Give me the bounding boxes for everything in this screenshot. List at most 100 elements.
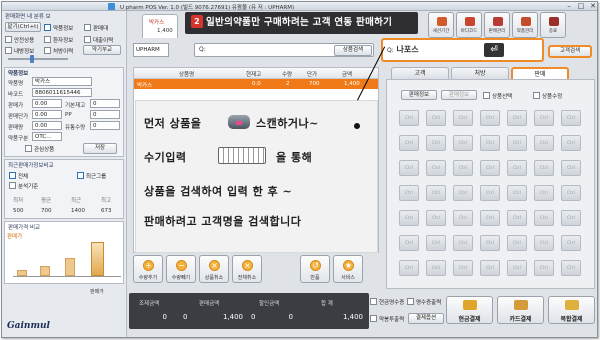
customer-search-input[interactable]: Q: 나포스 ⏎ [381, 38, 544, 62]
keypad-button[interactable]: Ctrl [507, 210, 527, 226]
sales-info-button[interactable]: 판매정보 [401, 90, 437, 100]
keypad-button[interactable]: Ctrl [480, 210, 500, 226]
table-row[interactable]: 박카스 0.0 2 700 1,400 [134, 79, 378, 89]
keypad-button[interactable]: Ctrl [453, 185, 473, 201]
exit-button[interactable]: 종료 [540, 12, 566, 38]
keypad-button[interactable]: Ctrl [561, 110, 581, 126]
keypad-button[interactable]: Ctrl [507, 160, 527, 176]
keypad-button[interactable]: Ctrl [480, 185, 500, 201]
keypad-button[interactable]: Ctrl [453, 110, 473, 126]
zoom-slider-thumb[interactable] [30, 55, 34, 63]
drug-info-button[interactable]: 약기부교 [83, 45, 121, 55]
keypad-button[interactable]: Ctrl [561, 210, 581, 226]
keypad-button[interactable]: Ctrl [507, 135, 527, 151]
keypad-button[interactable]: Ctrl [534, 135, 554, 151]
keypad-button[interactable]: Ctrl [426, 135, 446, 151]
product-search-button[interactable]: 상품검색 [334, 45, 372, 56]
sales-mgmt-button[interactable]: 판매관리 [484, 12, 510, 38]
qty-sub-button[interactable]: − 수량빼기 [166, 255, 196, 283]
keypad-button[interactable]: Ctrl [426, 110, 446, 126]
keypad-button[interactable]: Ctrl [561, 160, 581, 176]
cash-receipt-checkbox[interactable]: 현금영수증 [370, 298, 404, 306]
card-pay-button[interactable]: 카드결제 [497, 296, 544, 324]
recent-group-checkbox[interactable]: 최근그룹 [77, 172, 106, 180]
keypad-button[interactable]: Ctrl [399, 210, 419, 226]
option-sales-table[interactable]: 판매대 [84, 24, 108, 32]
stock-field[interactable]: 0 [90, 99, 120, 108]
return-button[interactable]: ↺ 반품 [300, 255, 330, 283]
receipt-print-checkbox[interactable]: 영수증출력 [407, 298, 441, 306]
keypad-button[interactable]: Ctrl [399, 235, 419, 251]
keypad-button[interactable]: Ctrl [561, 260, 581, 276]
keypad-button[interactable]: Ctrl [453, 260, 473, 276]
tab-prescription[interactable]: 처방 [451, 67, 509, 79]
keypad-button[interactable]: Ctrl [399, 260, 419, 276]
sales-info-button-2[interactable]: 판매정보 [441, 90, 477, 100]
customer-search-button[interactable]: 고객검색 [548, 45, 592, 58]
keypad-button[interactable]: Ctrl [507, 110, 527, 126]
price-field[interactable]: 0.00 [32, 99, 62, 108]
keypad-button[interactable]: Ctrl [399, 135, 419, 151]
keypad-button[interactable]: Ctrl [507, 185, 527, 201]
close-button[interactable]: ✕ [587, 2, 597, 11]
keypad-button[interactable]: Ctrl [453, 135, 473, 151]
keypad-button[interactable]: Ctrl [426, 260, 446, 276]
category-select[interactable]: OTC... [32, 132, 62, 141]
minimize-button[interactable]: – [563, 2, 575, 11]
keypad-button[interactable]: Ctrl [480, 135, 500, 151]
cash-pay-button[interactable]: 현금결제 [446, 296, 493, 324]
option-patient-info[interactable]: 환자정보 [44, 36, 73, 44]
tab-customer[interactable]: 고객 [391, 67, 449, 79]
product-edit-checkbox[interactable]: 상품수정 [533, 92, 562, 100]
product-tab[interactable]: 박카스 1,400 [142, 14, 178, 38]
keypad-button[interactable]: Ctrl [534, 260, 554, 276]
dist-qty-field[interactable]: 0 [90, 121, 120, 130]
keypad-button[interactable]: Ctrl [561, 135, 581, 151]
criteria-checkbox[interactable]: 분석기준 [9, 182, 38, 190]
keypad-button[interactable]: Ctrl [426, 210, 446, 226]
option-rx-history[interactable]: 처방이력 [44, 47, 73, 55]
keypad-button[interactable]: Ctrl [426, 185, 446, 201]
product-mgmt-button[interactable]: 약품관리 [512, 12, 538, 38]
store-select[interactable]: UPHARM [133, 43, 169, 57]
mixed-pay-button[interactable]: 복합결제 [548, 296, 595, 324]
keypad-button[interactable]: Ctrl [561, 185, 581, 201]
keypad-button[interactable]: Ctrl [534, 210, 554, 226]
product-name-field[interactable]: 박카스 [32, 77, 92, 86]
envelope-print-checkbox[interactable]: 약봉투출력 [370, 315, 404, 323]
keypad-button[interactable]: Ctrl [453, 235, 473, 251]
option-safe-use[interactable]: 안전상용 [5, 36, 34, 44]
barcode-button[interactable]: 바디코드 [456, 12, 482, 38]
all-checkbox[interactable]: 전체 [9, 172, 28, 180]
keypad-button[interactable]: Ctrl [399, 160, 419, 176]
keypad-button[interactable]: Ctrl [480, 260, 500, 276]
keypad-button[interactable]: Ctrl [534, 110, 554, 126]
keypad-button[interactable]: Ctrl [480, 110, 500, 126]
tab-sales[interactable]: 판매 [511, 67, 569, 79]
keypad-button[interactable]: Ctrl [426, 235, 446, 251]
keypad-button[interactable]: Ctrl [561, 235, 581, 251]
save-button[interactable]: 저장 [83, 143, 117, 154]
product-select-checkbox[interactable]: 상품선택 [483, 92, 512, 100]
unit-price-field[interactable]: 0.00 [32, 110, 62, 119]
keypad-button[interactable]: Ctrl [534, 185, 554, 201]
zoom-slider-track[interactable] [8, 58, 68, 60]
keypad-button[interactable]: Ctrl [507, 260, 527, 276]
favorite-checkbox[interactable]: 관심상품 [25, 145, 54, 153]
qty-add-button[interactable]: + 수량추가 [133, 255, 163, 283]
maximize-button[interactable]: □ [575, 2, 587, 11]
service-button[interactable]: ★ 서비스 [333, 255, 363, 283]
keypad-button[interactable]: Ctrl [453, 160, 473, 176]
keypad-button[interactable]: Ctrl [399, 185, 419, 201]
barcode-field[interactable]: 8806011615446 [32, 88, 92, 97]
option-visit-info[interactable]: 내방정보 [5, 47, 34, 55]
cancel-all-button[interactable]: × 전체취소 [232, 255, 262, 283]
pp-field[interactable]: 0 [90, 110, 120, 119]
cancel-item-button[interactable]: × 상품취소 [199, 255, 229, 283]
keypad-button[interactable]: Ctrl [399, 110, 419, 126]
keypad-button[interactable]: Ctrl [480, 235, 500, 251]
payment-option-button[interactable]: 결제옵션 [408, 313, 444, 324]
qty-field[interactable]: 0.00 [32, 121, 62, 130]
option-product-info[interactable]: 약품정보 [44, 24, 73, 32]
view-mode-button[interactable]: 맡기(Ctrl+t) [5, 22, 41, 32]
